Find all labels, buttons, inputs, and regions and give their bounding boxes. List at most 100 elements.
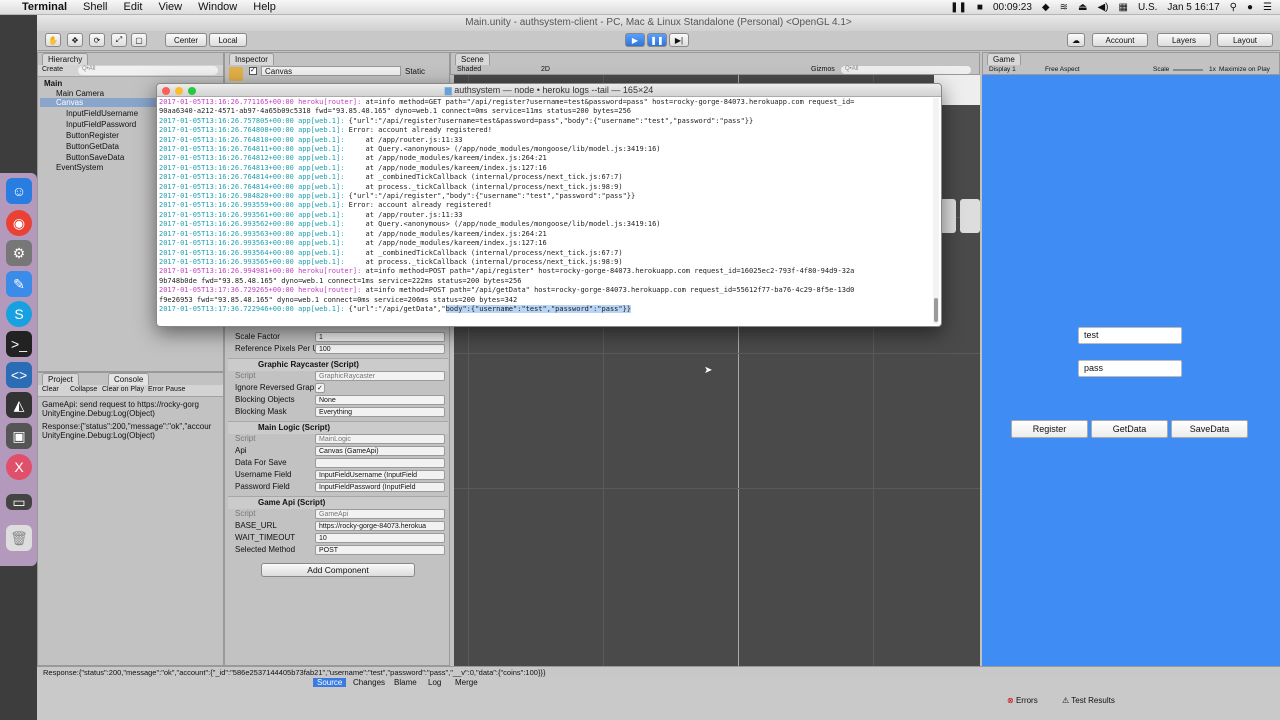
tab-changes[interactable]: Changes <box>353 678 385 687</box>
2d-toggle[interactable]: 2D <box>541 66 550 73</box>
menu-shell[interactable]: Shell <box>83 1 107 13</box>
console-log-entry[interactable]: GameApi: send request to https://rocky-g… <box>42 400 199 418</box>
tab-blame[interactable]: Blame <box>394 678 417 687</box>
hierarchy-button-register[interactable]: ButtonRegister <box>66 131 119 140</box>
selected-method-dropdown[interactable]: POST <box>315 545 445 555</box>
menu-view[interactable]: View <box>158 1 182 13</box>
scene-search[interactable]: Q•All <box>841 66 971 74</box>
console-clear-on-play-button[interactable]: Clear on Play <box>102 386 144 393</box>
hierarchy-main-camera[interactable]: Main Camera <box>56 89 104 98</box>
chrome-icon[interactable]: ◉ <box>6 210 32 236</box>
script-field[interactable]: GraphicRaycaster <box>315 371 445 381</box>
unity-status-bar[interactable]: Response:{"status":200,"message":"ok","a… <box>37 666 1280 678</box>
add-component-button[interactable]: Add Component <box>261 563 415 577</box>
password-input[interactable]: pass <box>1078 360 1182 377</box>
input-locale[interactable]: U.S. <box>1138 2 1157 13</box>
system-preferences-icon[interactable]: ⚙ <box>6 240 32 266</box>
clock[interactable]: Jan 5 16:17 <box>1167 2 1219 13</box>
console-log-entry[interactable]: Response:{"status":200,"message":"ok","a… <box>42 422 211 440</box>
pause-icon[interactable]: ❚❚ <box>950 2 967 13</box>
terminal-scrollbar[interactable] <box>933 98 939 324</box>
username-field-ref[interactable]: InputFieldUsername (InputField <box>315 470 445 480</box>
record-icon[interactable]: ■ <box>977 2 983 13</box>
spotlight-icon[interactable]: ⚲ <box>1230 2 1237 13</box>
scale-slider[interactable] <box>1173 69 1203 71</box>
tab-merge[interactable]: Merge <box>455 678 478 687</box>
base-url-field[interactable]: https://rocky-gorge-84073.herokua <box>315 521 445 531</box>
password-field-ref[interactable]: InputFieldPassword (InputField <box>315 482 445 492</box>
object-name-field[interactable]: Canvas <box>261 66 401 76</box>
hierarchy-button-savedata[interactable]: ButtonSaveData <box>66 153 124 162</box>
dropbox-icon[interactable]: ◆ <box>1042 2 1050 13</box>
blocking-mask-dropdown[interactable]: Everything <box>315 407 445 417</box>
tab-log[interactable]: Log <box>428 678 441 687</box>
trash-icon[interactable]: 🗑 <box>6 525 32 551</box>
move-tool-icon[interactable]: ✥ <box>67 33 83 47</box>
layers-dropdown[interactable]: Layers <box>1157 33 1211 47</box>
tab-console[interactable]: Console <box>108 373 150 385</box>
pivot-local-button[interactable]: Local <box>209 33 247 47</box>
user-icon[interactable]: ● <box>1247 2 1253 13</box>
data-for-save-field[interactable] <box>315 458 445 468</box>
main-logic-header[interactable]: Main Logic (Script) <box>228 421 448 434</box>
tab-source[interactable]: Source <box>313 678 347 687</box>
tab-scene[interactable]: Scene <box>455 53 490 65</box>
create-dropdown[interactable]: Create <box>42 66 63 73</box>
menu-window[interactable]: Window <box>198 1 237 13</box>
script-field[interactable]: GameApi <box>315 509 445 519</box>
downloads-stack-icon[interactable]: ▭ <box>6 494 32 510</box>
zoom-icon[interactable] <box>188 87 196 95</box>
register-button[interactable]: Register <box>1011 420 1088 438</box>
aspect-dropdown[interactable]: Free Aspect <box>1045 66 1080 73</box>
username-input[interactable]: test <box>1078 327 1182 344</box>
savedata-button[interactable]: SaveData <box>1171 420 1248 438</box>
hierarchy-button-getdata[interactable]: ButtonGetData <box>66 142 119 151</box>
menu-help[interactable]: Help <box>253 1 276 13</box>
console-error-pause-button[interactable]: Error Pause <box>148 386 185 393</box>
notification-center-icon[interactable]: ☰ <box>1263 2 1272 13</box>
hierarchy-input-password[interactable]: InputFieldPassword <box>66 120 136 129</box>
hierarchy-search[interactable]: Q•All <box>78 66 218 75</box>
blocking-objects-dropdown[interactable]: None <box>315 395 445 405</box>
tab-project[interactable]: Project <box>42 373 79 385</box>
step-icon[interactable]: ▶| <box>669 33 689 47</box>
terminal-output[interactable]: 2017-01-05T13:16:26.771165+00:00 heroku[… <box>159 98 931 324</box>
game-api-header[interactable]: Game Api (Script) <box>228 496 448 509</box>
shading-dropdown[interactable]: Shaded <box>457 66 481 73</box>
active-checkbox[interactable]: ✓ <box>249 67 257 75</box>
menu-edit[interactable]: Edit <box>124 1 143 13</box>
volume-icon[interactable]: ◀) <box>1097 2 1108 13</box>
finder-icon[interactable]: ☺ <box>6 178 32 204</box>
selected-text[interactable]: body":{"username":"test","password":"pas… <box>445 304 632 313</box>
scene-root-main[interactable]: Main <box>44 79 62 88</box>
test-results-button[interactable]: ⚠ Test Results <box>1062 696 1115 705</box>
console-collapse-button[interactable]: Collapse <box>70 386 97 393</box>
wait-timeout-field[interactable]: 10 <box>315 533 445 543</box>
tab-inspector[interactable]: Inspector <box>229 53 274 65</box>
account-dropdown[interactable]: Account <box>1092 33 1148 47</box>
cloud-icon[interactable]: ☁ <box>1067 33 1085 47</box>
reference-pixels-field[interactable]: 100 <box>315 344 445 354</box>
rect-tool-icon[interactable]: ▢ <box>131 33 147 47</box>
pivot-center-button[interactable]: Center <box>165 33 207 47</box>
gizmos-dropdown[interactable]: Gizmos <box>811 66 835 73</box>
preview-icon[interactable]: ▣ <box>6 423 32 449</box>
skype-icon[interactable]: S <box>6 301 32 327</box>
xmind-icon[interactable]: X <box>6 454 32 480</box>
api-field[interactable]: Canvas (GameApi) <box>315 446 445 456</box>
ignore-reversed-checkbox[interactable]: ✓ <box>315 383 325 393</box>
rotate-tool-icon[interactable]: ⟳ <box>89 33 105 47</box>
hierarchy-event-system[interactable]: EventSystem <box>56 163 103 172</box>
play-icon[interactable]: ▶ <box>625 33 645 47</box>
scrollbar-thumb[interactable] <box>934 298 938 322</box>
minimize-icon[interactable] <box>175 87 183 95</box>
getdata-button[interactable]: GetData <box>1091 420 1168 438</box>
pause-button-icon[interactable]: ❚❚ <box>647 33 667 47</box>
eject-icon[interactable]: ⏏ <box>1078 2 1087 13</box>
layout-dropdown[interactable]: Layout <box>1217 33 1273 47</box>
errors-button[interactable]: ⊗ Errors <box>1007 696 1038 705</box>
console-clear-button[interactable]: Clear <box>42 386 59 393</box>
display-dropdown[interactable]: Display 1 <box>989 66 1016 73</box>
input-flag-icon[interactable]: ▦ <box>1118 2 1127 13</box>
script-field[interactable]: MainLogic <box>315 434 445 444</box>
